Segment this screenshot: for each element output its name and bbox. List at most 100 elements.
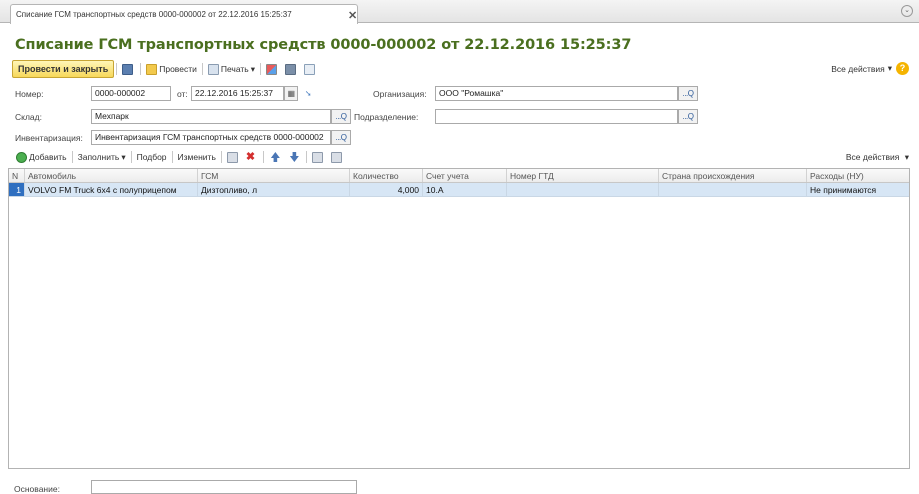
paste-icon <box>330 151 342 163</box>
cell-n[interactable]: 1 <box>9 183 25 196</box>
cell-expenses[interactable]: Не принимаются <box>807 183 909 196</box>
select-button[interactable]: Подбор <box>134 152 170 162</box>
help-icon[interactable]: ? <box>896 62 909 75</box>
toolbar-divider <box>262 151 264 163</box>
cell-account[interactable]: 10.А <box>423 183 507 196</box>
all-actions-label: Все действия <box>831 63 885 74</box>
delete-icon: ✖ <box>245 151 256 163</box>
main-toolbar: Провести и закрыть Провести Печать ▾ <box>12 60 320 78</box>
number-field[interactable]: 0000-000002 <box>91 86 171 101</box>
inventory-label: Инвентаризация: <box>15 133 83 143</box>
basis-label: Основание: <box>14 484 60 494</box>
related-docs-button[interactable] <box>301 60 320 78</box>
dt-kt-button[interactable] <box>263 60 282 78</box>
column-header-vehicle[interactable]: Автомобиль <box>25 169 198 182</box>
all-actions-button[interactable]: Все действия ▾ ? <box>831 62 909 75</box>
move-down-button[interactable] <box>285 152 304 162</box>
save-button[interactable] <box>119 60 138 78</box>
toolbar-divider <box>220 151 222 163</box>
search-icon: Q <box>340 133 347 142</box>
column-header-country[interactable]: Страна происхождения <box>659 169 807 182</box>
document-tab-title: Списание ГСМ транспортных средств 0000-0… <box>16 10 292 19</box>
print-button[interactable]: Печать ▾ <box>205 60 258 78</box>
copy-button[interactable] <box>309 151 328 163</box>
add-row-button[interactable]: Добавить <box>13 151 70 163</box>
column-header-customs-number[interactable]: Номер ГТД <box>507 169 659 182</box>
calendar-icon[interactable]: ▦ <box>284 86 298 101</box>
toolbar-divider <box>130 151 132 163</box>
paste-button[interactable] <box>328 151 347 163</box>
date-label: от: <box>177 89 188 99</box>
chevron-down-icon: ▾ <box>887 63 892 73</box>
table-all-actions-label: Все действия <box>845 152 900 162</box>
delete-row-button[interactable]: ✖ <box>243 151 261 163</box>
post-icon <box>146 63 158 75</box>
organization-label: Организация: <box>373 89 427 99</box>
add-label: Добавить <box>29 152 67 162</box>
chevron-down-icon: ▾ <box>904 152 909 162</box>
cell-fuel[interactable]: Дизтопливо, л <box>198 183 350 196</box>
post-label: Провести <box>159 64 197 74</box>
department-field[interactable] <box>435 109 678 124</box>
toolbar-divider <box>171 151 173 163</box>
column-header-expenses[interactable]: Расходы (НУ) <box>807 169 909 182</box>
warehouse-select-button[interactable]: ... Q <box>331 109 351 124</box>
column-header-account[interactable]: Счет учета <box>423 169 507 182</box>
department-label: Подразделение: <box>354 112 419 122</box>
toolbar-divider <box>71 151 73 163</box>
date-field[interactable]: 22.12.2016 15:25:37 <box>191 86 284 101</box>
department-select-button[interactable]: ... Q <box>678 109 698 124</box>
search-icon: Q <box>687 89 694 98</box>
organization-select-button[interactable]: ... Q <box>678 86 698 101</box>
copy-icon <box>311 151 323 163</box>
warehouse-label: Склад: <box>15 112 42 122</box>
document-tab[interactable]: Списание ГСМ транспортных средств 0000-0… <box>10 4 358 24</box>
table-header: N Автомобиль ГСМ Количество Счет учета Н… <box>9 169 909 183</box>
basis-field[interactable] <box>91 480 357 494</box>
move-up-button[interactable] <box>266 152 285 162</box>
search-icon: Q <box>340 112 347 121</box>
edit-button[interactable]: Изменить <box>175 152 219 162</box>
copy-icon <box>226 151 238 163</box>
inventory-select-button[interactable]: ... Q <box>331 130 351 145</box>
page-title: Списание ГСМ транспортных средств 0000-0… <box>15 37 632 53</box>
printer-icon <box>207 63 219 75</box>
column-header-quantity[interactable]: Количество <box>350 169 423 182</box>
column-header-fuel[interactable]: ГСМ <box>198 169 350 182</box>
fill-label: Заполнить <box>77 152 120 162</box>
tab-bar: Списание ГСМ транспортных средств 0000-0… <box>0 0 919 24</box>
toolbar-divider <box>259 63 261 75</box>
arrow-down-icon <box>289 152 299 162</box>
cell-vehicle[interactable]: VOLVO FM Truck 6x4 с полуприцепом <box>25 183 198 196</box>
cell-customs-number[interactable] <box>507 183 659 196</box>
column-header-n[interactable]: N <box>9 169 25 182</box>
table-row[interactable]: 1 VOLVO FM Truck 6x4 с полуприцепом Дизт… <box>9 183 909 197</box>
toolbar-divider <box>116 63 118 75</box>
chevron-down-icon[interactable]: ⌄ <box>901 5 913 17</box>
print-label: Печать <box>220 64 249 74</box>
dt-kt-icon <box>265 63 277 75</box>
add-icon <box>16 151 27 163</box>
post-button[interactable]: Провести <box>143 60 200 78</box>
document-list-icon <box>284 63 296 75</box>
arrow-icon[interactable]: ➘ <box>301 86 315 101</box>
toolbar-divider <box>305 151 307 163</box>
cell-quantity[interactable]: 4,000 <box>350 183 423 196</box>
number-label: Номер: <box>15 89 44 99</box>
inventory-field[interactable]: Инвентаризация ГСМ транспортных средств … <box>91 130 331 145</box>
toolbar-divider <box>140 63 142 75</box>
organization-field[interactable]: ООО "Ромашка" <box>435 86 678 101</box>
structure-button[interactable] <box>282 60 301 78</box>
close-icon[interactable]: ✕ <box>348 9 357 22</box>
arrow-up-icon <box>270 152 280 162</box>
cell-country[interactable] <box>659 183 807 196</box>
chevron-down-icon: ▾ <box>250 63 255 74</box>
document-icon <box>303 63 315 75</box>
chevron-down-icon: ▾ <box>121 151 126 162</box>
warehouse-field[interactable]: Мехпарк <box>91 109 331 124</box>
table-all-actions-button[interactable]: Все действия ▾ <box>846 152 909 163</box>
save-icon <box>122 63 134 75</box>
fill-button[interactable]: Заполнить ▾ <box>75 152 129 163</box>
copy-row-button[interactable] <box>224 151 243 163</box>
post-and-close-button[interactable]: Провести и закрыть <box>12 60 115 78</box>
